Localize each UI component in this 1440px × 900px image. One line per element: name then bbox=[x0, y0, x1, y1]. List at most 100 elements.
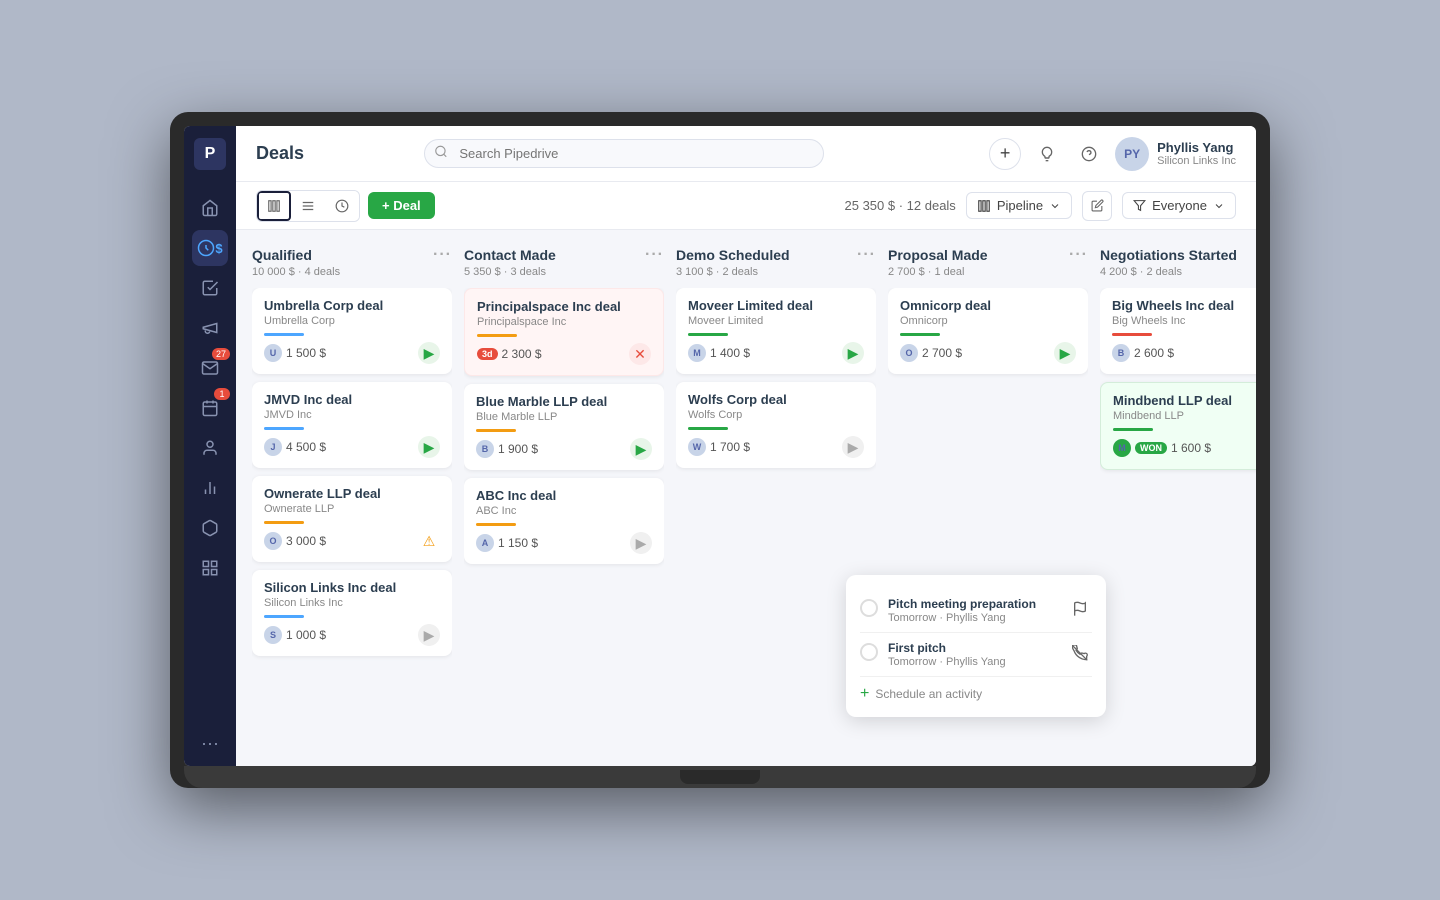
column-more-qualified[interactable]: ··· bbox=[433, 246, 452, 264]
calendar-badge: 1 bbox=[214, 388, 230, 400]
column-header-demo-scheduled: Demo Scheduled ··· 3 100 $ · 2 deals bbox=[676, 246, 876, 278]
card-amount: S 1 000 $ bbox=[264, 626, 326, 644]
card-company: Wolfs Corp bbox=[688, 409, 864, 421]
activity-item-pitch-meeting[interactable]: Pitch meeting preparation Tomorrow · Phy… bbox=[860, 589, 1092, 633]
card-company: Principalspace Inc bbox=[477, 316, 651, 328]
sidebar-item-deals[interactable]: $ bbox=[192, 230, 228, 266]
column-title-qualified: Qualified bbox=[252, 247, 312, 263]
card-action-warning[interactable]: ⚠ bbox=[418, 530, 440, 552]
column-subtitle-proposal-made: 2 700 $ · 1 deal bbox=[888, 266, 1088, 278]
card-umbrella-corp[interactable]: Umbrella Corp deal Umbrella Corp U 1 500… bbox=[252, 288, 452, 374]
card-principalspace[interactable]: Principalspace Inc deal Principalspace I… bbox=[464, 288, 664, 376]
card-avatar: S bbox=[264, 626, 282, 644]
sidebar-logo[interactable]: P bbox=[194, 138, 226, 170]
sidebar-item-grid[interactable] bbox=[192, 550, 228, 586]
column-title-demo-scheduled: Demo Scheduled bbox=[676, 247, 790, 263]
card-wolfs-corp[interactable]: Wolfs Corp deal Wolfs Corp W 1 700 $ ▶ bbox=[676, 382, 876, 468]
lightbulb-button[interactable] bbox=[1031, 138, 1063, 170]
card-avatar: A bbox=[476, 534, 494, 552]
activity-item-first-pitch[interactable]: First pitch Tomorrow · Phyllis Yang bbox=[860, 633, 1092, 677]
card-action[interactable]: ▶ bbox=[418, 436, 440, 458]
sidebar-item-chart[interactable] bbox=[192, 470, 228, 506]
card-company: JMVD Inc bbox=[264, 409, 440, 421]
column-qualified: Qualified ··· 10 000 $ · 4 deals Umbrell… bbox=[252, 246, 452, 750]
card-title: Umbrella Corp deal bbox=[264, 298, 440, 313]
card-bar bbox=[900, 333, 940, 336]
filter-button[interactable]: Everyone bbox=[1122, 192, 1236, 219]
card-big-wheels[interactable]: Big Wheels Inc deal Big Wheels Inc B 2 6… bbox=[1100, 288, 1256, 374]
phone-icon bbox=[1068, 641, 1092, 665]
sidebar-item-contacts[interactable] bbox=[192, 430, 228, 466]
add-button[interactable]: + bbox=[989, 138, 1021, 170]
card-footer: M WON 1 600 $ ▶ bbox=[1113, 437, 1256, 459]
card-action[interactable]: ▶ bbox=[842, 342, 864, 364]
header-actions: + PY Phyllis Yang Silicon Links Inc bbox=[989, 137, 1236, 171]
activity-circle bbox=[860, 643, 878, 661]
sidebar-item-calendar[interactable]: 1 bbox=[192, 390, 228, 426]
card-footer: A 1 150 $ ▶ bbox=[476, 532, 652, 554]
card-mindbend-llp[interactable]: Mindbend LLP deal Mindbend LLP M WON 1 6… bbox=[1100, 382, 1256, 470]
card-action[interactable]: ▶ bbox=[630, 532, 652, 554]
user-name: Phyllis Yang bbox=[1157, 140, 1236, 155]
card-amount: M 1 400 $ bbox=[688, 344, 750, 362]
column-more-proposal-made[interactable]: ··· bbox=[1069, 246, 1088, 264]
card-bar bbox=[688, 333, 728, 336]
card-footer: S 1 000 $ ▶ bbox=[264, 624, 440, 646]
schedule-label: Schedule an activity bbox=[875, 687, 982, 701]
card-footer: W 1 700 $ ▶ bbox=[688, 436, 864, 458]
activity-popup: Pitch meeting preparation Tomorrow · Phy… bbox=[846, 575, 1106, 717]
kanban-view-button[interactable] bbox=[257, 191, 291, 221]
sidebar-item-megaphone[interactable] bbox=[192, 310, 228, 346]
card-amount: O 2 700 $ bbox=[900, 344, 962, 362]
card-title: JMVD Inc deal bbox=[264, 392, 440, 407]
sidebar-item-tasks[interactable] bbox=[192, 270, 228, 306]
card-action[interactable]: ✕ bbox=[629, 343, 651, 365]
pipeline-selector[interactable]: Pipeline bbox=[966, 192, 1072, 219]
card-action[interactable]: ▶ bbox=[1054, 342, 1076, 364]
card-abc-inc[interactable]: ABC Inc deal ABC Inc A 1 150 $ ▶ bbox=[464, 478, 664, 564]
mail-badge: 27 bbox=[212, 348, 230, 360]
card-footer: B 2 600 $ ▶ bbox=[1112, 342, 1256, 364]
toolbar: + Deal 25 350 $ · 12 deals Pipeline Ever… bbox=[236, 182, 1256, 230]
help-button[interactable] bbox=[1073, 138, 1105, 170]
card-avatar: W bbox=[688, 438, 706, 456]
card-avatar: O bbox=[264, 532, 282, 550]
card-jmvd-inc[interactable]: JMVD Inc deal JMVD Inc J 4 500 $ ▶ bbox=[252, 382, 452, 468]
activity-content: First pitch Tomorrow · Phyllis Yang bbox=[888, 641, 1058, 668]
card-title: Wolfs Corp deal bbox=[688, 392, 864, 407]
card-omnicorp[interactable]: Omnicorp deal Omnicorp O 2 700 $ ▶ bbox=[888, 288, 1088, 374]
user-profile[interactable]: PY Phyllis Yang Silicon Links Inc bbox=[1115, 137, 1236, 171]
search-input[interactable] bbox=[424, 139, 824, 168]
card-action[interactable]: ▶ bbox=[842, 436, 864, 458]
column-more-demo-scheduled[interactable]: ··· bbox=[857, 246, 876, 264]
card-blue-marble[interactable]: Blue Marble LLP deal Blue Marble LLP B 1… bbox=[464, 384, 664, 470]
edit-pipeline-button[interactable] bbox=[1082, 191, 1112, 221]
won-badge: WON bbox=[1135, 442, 1167, 454]
card-company: Omnicorp bbox=[900, 315, 1076, 327]
card-company: Silicon Links Inc bbox=[264, 597, 440, 609]
add-deal-button[interactable]: + Deal bbox=[368, 192, 435, 219]
card-bar bbox=[688, 427, 728, 430]
flag-icon bbox=[1068, 597, 1092, 621]
card-avatar: U bbox=[264, 344, 282, 362]
forecast-view-button[interactable] bbox=[325, 191, 359, 221]
card-title: Mindbend LLP deal bbox=[1113, 393, 1256, 408]
sidebar-more[interactable]: ··· bbox=[201, 733, 219, 754]
column-subtitle-contact-made: 5 350 $ · 3 deals bbox=[464, 266, 664, 278]
column-more-contact-made[interactable]: ··· bbox=[645, 246, 664, 264]
card-action[interactable]: ▶ bbox=[418, 342, 440, 364]
card-moveer-limited[interactable]: Moveer Limited deal Moveer Limited M 1 4… bbox=[676, 288, 876, 374]
column-negotiations-started: Negotiations Started ··· 4 200 $ · 2 dea… bbox=[1100, 246, 1256, 750]
card-bar bbox=[264, 615, 304, 618]
card-ownerate-llp[interactable]: Ownerate LLP deal Ownerate LLP O 3 000 $… bbox=[252, 476, 452, 562]
list-view-button[interactable] bbox=[291, 191, 325, 221]
card-silicon-links[interactable]: Silicon Links Inc deal Silicon Links Inc… bbox=[252, 570, 452, 656]
sidebar-item-mail[interactable]: 27 bbox=[192, 350, 228, 386]
schedule-activity-link[interactable]: + Schedule an activity bbox=[860, 677, 1092, 703]
sidebar-item-home[interactable] bbox=[192, 190, 228, 226]
sidebar-item-box[interactable] bbox=[192, 510, 228, 546]
card-action[interactable]: ▶ bbox=[630, 438, 652, 460]
card-action[interactable]: ▶ bbox=[418, 624, 440, 646]
column-title-contact-made: Contact Made bbox=[464, 247, 556, 263]
card-footer: O 2 700 $ ▶ bbox=[900, 342, 1076, 364]
